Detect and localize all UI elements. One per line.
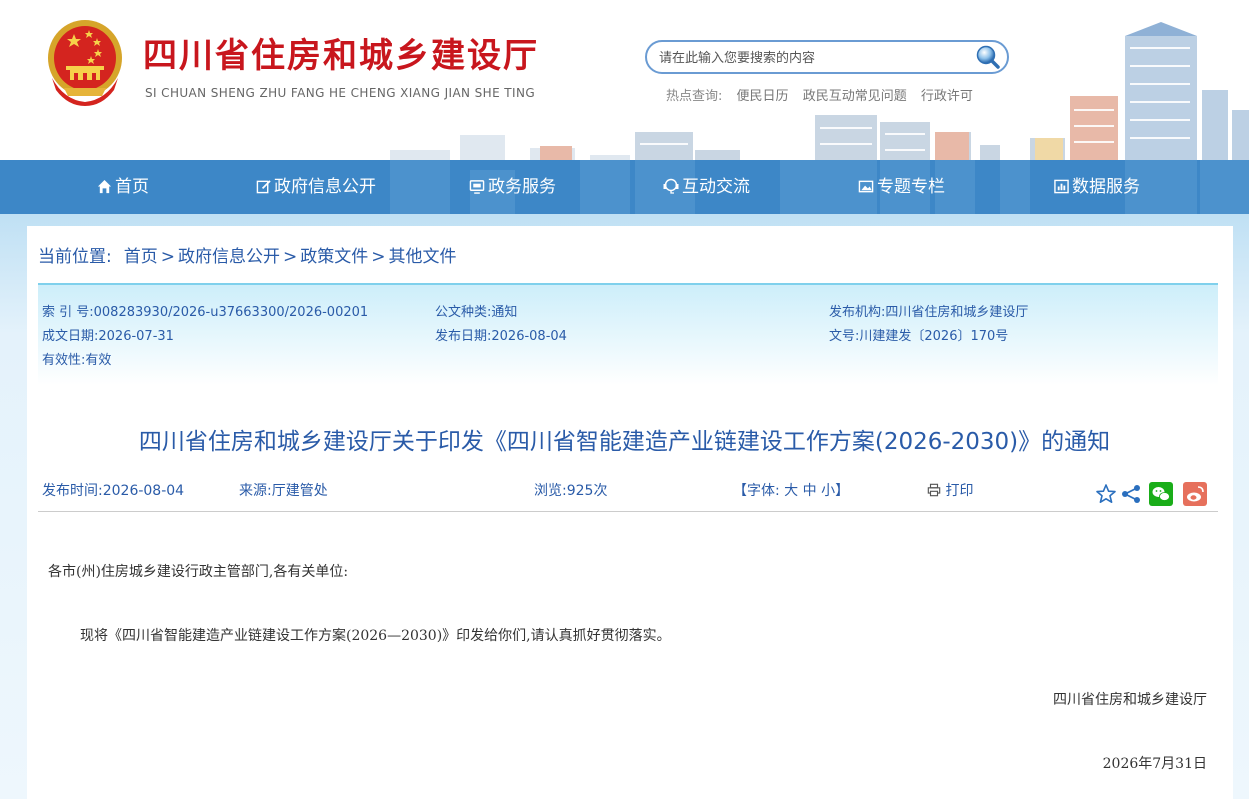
breadcrumb-other-docs[interactable]: 其他文件 [388, 247, 456, 267]
site-header: 四川省住房和城乡建设厅 SI CHUAN SHENG ZHU FANG HE C… [0, 0, 1249, 160]
breadcrumb-separator: > [282, 247, 298, 267]
hot-search-bar: 热点查询: 便民日历 政民互动常见问题 行政许可 [666, 85, 983, 104]
nav-item-topics[interactable]: 专题专栏 [858, 160, 945, 214]
document-metadata: 索 引 号:008283930/2026-u37663300/2026-0020… [38, 283, 1218, 385]
meta-publisher: 发布机构:四川省住房和城乡建设厅 [829, 305, 1029, 320]
city-skyline-banner [390, 22, 1249, 160]
nav-item-home[interactable]: 首页 [97, 160, 149, 214]
font-size-label: 【字体: [733, 483, 780, 499]
publish-time: 发布时间:2026-08-04 [42, 483, 185, 499]
meta-doc-type: 公文种类:通知 [435, 305, 518, 320]
nav-label-interaction: 互动交流 [682, 177, 750, 197]
hot-link-license[interactable]: 行政许可 [921, 89, 973, 104]
main-nav: 首页 政府信息公开 政务服务 互动交流 专题专栏 数据服务 [0, 160, 1249, 214]
meta-created-date: 成文日期:2026-07-31 [42, 329, 174, 344]
nav-label-gov-info: 政府信息公开 [274, 177, 376, 197]
image-icon [858, 180, 874, 193]
edit-icon [256, 180, 271, 194]
nav-label-topics: 专题专栏 [877, 177, 945, 197]
hot-search-label: 热点查询: [666, 89, 723, 104]
print-label: 打印 [945, 483, 974, 499]
search-input[interactable] [657, 47, 971, 69]
hot-link-calendar[interactable]: 便民日历 [737, 89, 789, 104]
nav-item-gov-info[interactable]: 政府信息公开 [256, 160, 376, 214]
chart-icon [1054, 179, 1069, 194]
nav-label-home: 首页 [115, 177, 149, 197]
monitor-icon [469, 180, 485, 194]
share-icon[interactable] [1119, 482, 1143, 506]
meta-index-no: 索 引 号:008283930/2026-u37663300/2026-0020… [42, 305, 369, 320]
star-icon[interactable] [1094, 482, 1118, 506]
nav-item-interaction[interactable]: 互动交流 [663, 160, 750, 214]
font-size-selector: 【字体: 大 中 小】 [733, 480, 849, 500]
nav-label-gov-service: 政务服务 [488, 177, 556, 197]
font-size-medium[interactable]: 中 [803, 483, 817, 499]
printer-icon [927, 483, 941, 497]
national-emblem-logo [48, 20, 122, 106]
article-title: 四川省住房和城乡建设厅关于印发《四川省智能建造产业链建设工作方案(2026-20… [138, 429, 1111, 455]
article-date: 2026年7月31日 [1102, 756, 1207, 772]
breadcrumb-separator: > [371, 247, 386, 267]
font-size-small[interactable]: 小 [821, 483, 835, 499]
nav-label-data: 数据服务 [1072, 177, 1140, 197]
article-signature: 四川省住房和城乡建设厅 [1053, 692, 1207, 708]
breadcrumb-policy-docs[interactable]: 政策文件 [300, 247, 368, 267]
source: 来源:厅建管处 [239, 483, 328, 499]
font-size-close: 】 [835, 483, 850, 499]
meta-doc-no: 文号:川建建发〔2026〕170号 [829, 329, 1009, 344]
interaction-icon [663, 178, 679, 194]
wechat-icon[interactable] [1149, 482, 1173, 506]
nav-item-gov-service[interactable]: 政务服务 [469, 160, 556, 214]
breadcrumb: 当前位置: 首页 > 政府信息公开 > 政策文件 > 其他文件 [38, 242, 456, 267]
breadcrumb-separator: > [160, 247, 175, 267]
print-button[interactable]: 打印 [927, 480, 973, 500]
meta-validity: 有效性:有效 [42, 353, 112, 368]
article-salutation: 各市(州)住房城乡建设行政主管部门,各有关单位: [48, 564, 349, 580]
article-paragraph: 现将《四川省智能建造产业链建设工作方案(2026—2030)》印发给你们,请认真… [80, 628, 671, 644]
home-icon [97, 179, 112, 194]
weibo-icon[interactable] [1183, 482, 1207, 506]
search-icon[interactable] [973, 43, 1001, 71]
breadcrumb-home[interactable]: 首页 [124, 247, 158, 267]
breadcrumb-label: 当前位置: [38, 247, 112, 267]
content-divider [38, 511, 1218, 512]
font-size-large[interactable]: 大 [784, 483, 798, 499]
search-box [645, 40, 1009, 74]
breadcrumb-gov-info[interactable]: 政府信息公开 [178, 247, 280, 267]
meta-publish-date: 发布日期:2026-08-04 [435, 329, 567, 344]
nav-item-data[interactable]: 数据服务 [1054, 160, 1140, 214]
view-count: 浏览:925次 [534, 483, 608, 499]
hot-link-faq[interactable]: 政民互动常见问题 [803, 89, 907, 104]
